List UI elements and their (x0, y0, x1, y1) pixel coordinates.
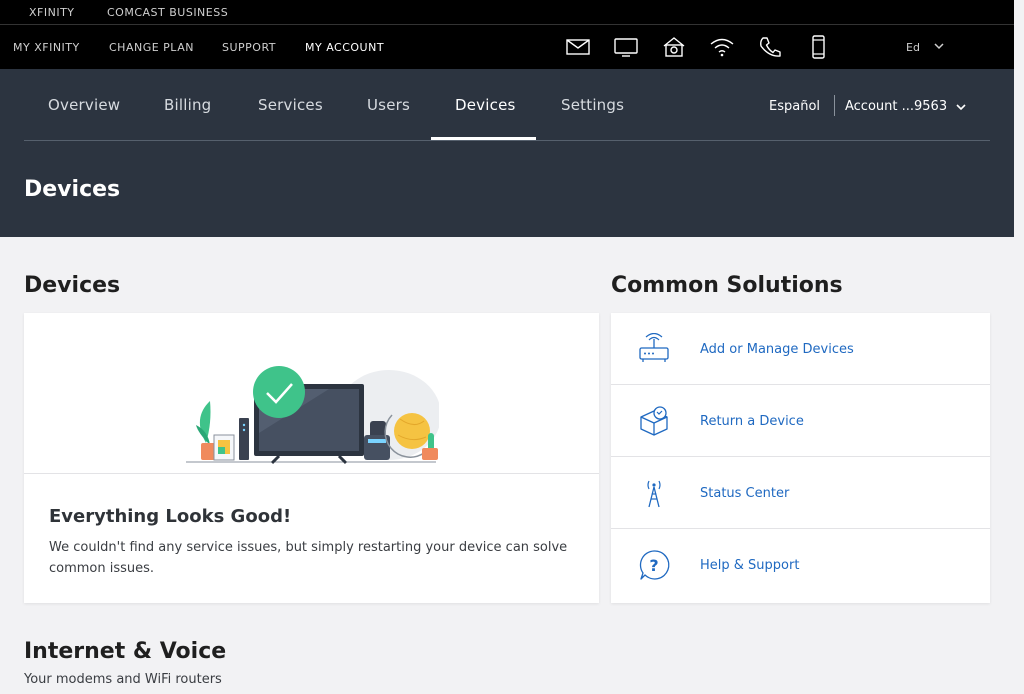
tab-billing[interactable]: Billing (164, 96, 211, 114)
solution-return-device[interactable]: Return a Device (611, 385, 990, 457)
tab-overview[interactable]: Overview (48, 96, 120, 114)
status-description: We couldn't find any service issues, but… (49, 540, 568, 576)
mail-icon[interactable] (565, 35, 591, 59)
home-security-icon[interactable] (661, 35, 687, 59)
account-header: Overview Billing Services Users Devices … (0, 69, 1014, 237)
phone-icon[interactable] (757, 35, 783, 59)
solutions-section-title: Common Solutions (611, 273, 843, 298)
tab-devices[interactable]: Devices (455, 96, 516, 114)
status-title: Everything Looks Good! (49, 506, 292, 527)
illustration-area (24, 313, 599, 474)
nav-change-plan[interactable]: CHANGE PLAN (109, 41, 194, 54)
solution-add-manage-devices[interactable]: Add or Manage Devices (611, 313, 990, 385)
page-title: Devices (24, 177, 121, 202)
solution-label[interactable]: Help & Support (700, 558, 799, 573)
chevron-down-icon[interactable] (954, 100, 968, 114)
internet-voice-subtitle: Your modems and WiFi routers (24, 672, 222, 687)
help-question-icon: ? (639, 550, 670, 580)
solution-label[interactable]: Status Center (700, 486, 789, 501)
header-separator (834, 95, 835, 116)
devices-section-title: Devices (24, 273, 121, 298)
wifi-icon[interactable] (709, 35, 735, 59)
nav-my-account[interactable]: MY ACCOUNT (305, 41, 384, 54)
solution-help-support[interactable]: ? Help & Support (611, 529, 990, 603)
tv-icon[interactable] (613, 35, 639, 59)
router-icon (639, 333, 669, 362)
devices-ok-illustration (186, 366, 439, 465)
language-link[interactable]: Español (769, 99, 820, 114)
tab-users[interactable]: Users (367, 96, 410, 114)
top-utility-bar: XFINITY COMCAST BUSINESS (0, 0, 1014, 25)
global-nav: MY XFINITY CHANGE PLAN SUPPORT MY ACCOUN… (0, 25, 1014, 69)
devices-status-card: Everything Looks Good! We couldn't find … (24, 313, 599, 603)
svg-text:?: ? (649, 556, 658, 575)
mobile-icon[interactable] (805, 35, 831, 59)
nav-my-xfinity[interactable]: MY XFINITY (13, 41, 80, 54)
internet-voice-section-title: Internet & Voice (24, 639, 227, 664)
header-divider (24, 140, 990, 141)
comcast-business-link[interactable]: COMCAST BUSINESS (107, 6, 228, 19)
solution-label[interactable]: Add or Manage Devices (700, 342, 854, 357)
return-box-icon (640, 406, 668, 436)
xfinity-link[interactable]: XFINITY (29, 6, 75, 19)
chevron-down-icon[interactable] (932, 39, 946, 53)
solution-label[interactable]: Return a Device (700, 414, 804, 429)
account-selector[interactable]: Account ...9563 (845, 99, 947, 114)
tab-settings[interactable]: Settings (561, 96, 624, 114)
common-solutions-list: Add or Manage Devices Return a Device St… (611, 313, 990, 603)
nav-support[interactable]: SUPPORT (222, 41, 276, 54)
tab-services[interactable]: Services (258, 96, 323, 114)
solution-status-center[interactable]: Status Center (611, 457, 990, 529)
user-menu-label[interactable]: Ed (906, 41, 920, 54)
signal-tower-icon (647, 480, 661, 508)
